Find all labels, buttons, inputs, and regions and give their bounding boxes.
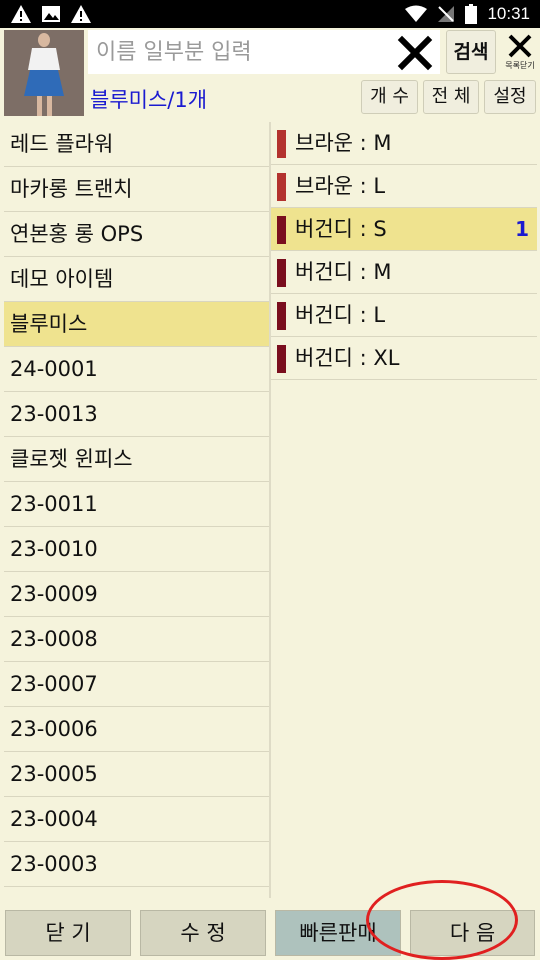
product-list-item[interactable]: 데모 아이템 — [4, 257, 269, 302]
product-list-item[interactable]: 23-0008 — [4, 617, 269, 662]
product-thumbnail[interactable] — [4, 30, 84, 116]
color-swatch — [277, 302, 286, 330]
status-bar: 10:31 — [0, 0, 540, 28]
search-input[interactable] — [88, 30, 440, 74]
option-label: 버건디 : XL — [295, 346, 400, 370]
option-label: 브라운 : L — [295, 174, 386, 198]
settings-button[interactable]: 설정 — [484, 80, 536, 114]
option-list-item[interactable]: 브라운 : M — [271, 122, 537, 165]
search-button[interactable]: 검색 — [446, 30, 496, 74]
warning-icon — [11, 5, 31, 23]
color-swatch — [277, 130, 286, 158]
product-list-item[interactable]: 23-0011 — [4, 482, 269, 527]
all-button[interactable]: 전 체 — [423, 80, 479, 114]
selected-product-label: 블루미스/1개 — [90, 88, 208, 112]
quick-sale-button[interactable]: 빠른판매 — [275, 910, 401, 956]
product-list-item[interactable]: 23-0013 — [4, 392, 269, 437]
option-label: 버건디 : M — [295, 260, 392, 284]
product-list-item[interactable]: 블루미스 — [4, 302, 269, 347]
close-button[interactable]: 닫 기 — [5, 910, 131, 956]
close-icon — [508, 34, 532, 58]
product-list-item[interactable]: 23-0005 — [4, 752, 269, 797]
product-list-item[interactable]: 23-0003 — [4, 842, 269, 887]
wifi-icon — [405, 5, 428, 22]
edit-button[interactable]: 수 정 — [140, 910, 266, 956]
close-list-label: 목록닫기 — [505, 61, 535, 70]
option-list-item[interactable]: 버건디 : S 1 — [271, 208, 537, 251]
product-list-item[interactable]: 클로젯 윈피스 — [4, 437, 269, 482]
product-list-item[interactable]: 23-0006 — [4, 707, 269, 752]
option-list-item[interactable]: 버건디 : M — [271, 251, 537, 294]
close-list-button[interactable]: 목록닫기 — [500, 30, 540, 74]
bottom-bar: 닫 기 수 정 빠른판매 다 음 — [0, 902, 540, 960]
next-button[interactable]: 다 음 — [410, 910, 535, 956]
color-swatch — [277, 259, 286, 287]
clock: 10:31 — [487, 4, 530, 23]
product-list-item[interactable]: 레드 플라워 — [4, 122, 269, 167]
option-list[interactable]: 브라운 : M 브라운 : L 버건디 : S 1 버건디 : M 버건디 : L 버건디 … — [271, 122, 537, 380]
product-list-item[interactable]: 23-0004 — [4, 797, 269, 842]
product-list-item[interactable]: 연본홍 롱 OPS — [4, 212, 269, 257]
product-list-item[interactable]: 23-0010 — [4, 527, 269, 572]
clear-search-icon[interactable] — [396, 34, 434, 72]
product-list[interactable]: 레드 플라워 마카롱 트랜치 연본홍 롱 OPS 데모 아이템 블루미스 24-0001 2… — [4, 122, 269, 898]
battery-icon — [465, 4, 478, 24]
option-label: 버건디 : S — [295, 217, 387, 241]
color-swatch — [277, 173, 286, 201]
option-count: 1 — [515, 217, 529, 241]
product-list-item[interactable]: 23-0009 — [4, 572, 269, 617]
count-button[interactable]: 개 수 — [361, 80, 418, 114]
product-list-item[interactable]: 23-0007 — [4, 662, 269, 707]
image-icon — [42, 6, 60, 22]
option-list-item[interactable]: 브라운 : L — [271, 165, 537, 208]
option-label: 브라운 : M — [295, 131, 392, 155]
warning-icon — [71, 5, 91, 23]
color-swatch — [277, 345, 286, 373]
color-swatch — [277, 216, 286, 244]
option-list-item[interactable]: 버건디 : L — [271, 294, 537, 337]
signal-off-icon — [438, 6, 455, 22]
product-list-item[interactable]: 24-0001 — [4, 347, 269, 392]
option-label: 버건디 : L — [295, 303, 386, 327]
product-list-item[interactable]: 마카롱 트랜치 — [4, 167, 269, 212]
option-list-item[interactable]: 버건디 : XL — [271, 337, 537, 380]
